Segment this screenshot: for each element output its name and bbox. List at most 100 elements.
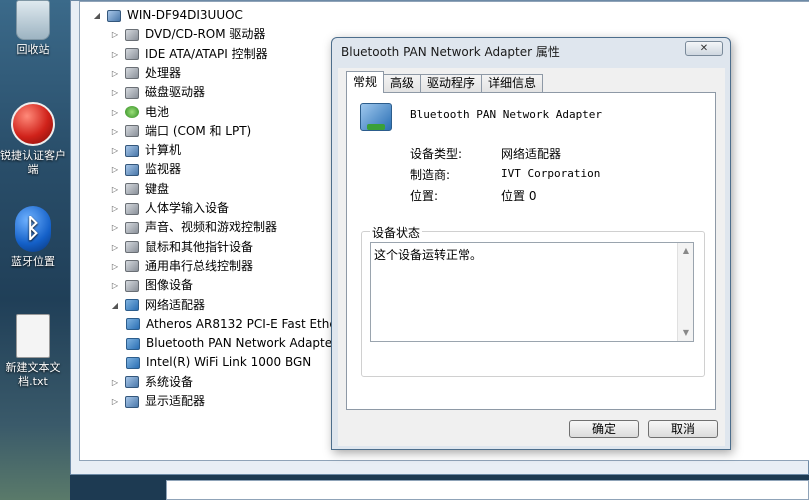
expand-arrow-icon[interactable]: ▷ [110,199,120,218]
tab-details[interactable]: 详细信息 [481,74,544,93]
desktop-icon-label: 新建文本文档.txt [5,361,61,388]
usb-icon [125,260,139,273]
tree-category-item[interactable]: ▷ 人体学输入设备 [110,199,229,218]
expand-arrow-icon[interactable]: ▷ [110,141,120,160]
mouse-icon [125,241,139,254]
tree-device-item[interactable]: Atheros AR8132 PCI-E Fast Ethe [126,315,337,334]
network-adapter-icon [360,103,392,131]
tree-item-label: 声音、视频和游戏控制器 [145,220,278,235]
tree-device-item[interactable]: Bluetooth PAN Network Adapte [126,334,332,353]
ide-controller-icon [125,48,139,61]
expand-arrow-icon[interactable]: ▷ [110,238,120,257]
expand-arrow-icon[interactable]: ▷ [110,257,120,276]
expand-arrow-icon[interactable]: ▷ [110,392,120,411]
tree-category-item[interactable]: ◢ 网络适配器 [110,296,205,315]
processor-icon [125,67,139,80]
scroll-down-icon[interactable]: ▼ [678,325,694,341]
network-adapter-icon [125,299,139,311]
tree-category-item[interactable]: ▷ 鼠标和其他指针设备 [110,238,253,257]
tree-item-label: IDE ATA/ATAPI 控制器 [145,46,268,61]
expand-arrow-icon[interactable]: ▷ [110,218,120,237]
tree-category-item[interactable]: ▷ 计算机 [110,141,181,160]
tree-category-item[interactable]: ▷ IDE ATA/ATAPI 控制器 [110,45,268,64]
expand-arrow-icon[interactable]: ▷ [110,373,120,392]
tree-category-item[interactable]: ▷ 系统设备 [110,373,193,392]
manufacturer-label: 制造商: [410,168,451,182]
ruijie-auth-client-shortcut[interactable]: 锐捷认证客户端 [0,102,66,177]
tree-item-label: 电池 [145,104,170,119]
device-name: Bluetooth PAN Network Adapter [410,108,603,121]
tab-driver[interactable]: 驱动程序 [420,74,483,93]
tree-item-label: Intel(R) WiFi Link 1000 BGN [146,355,312,370]
expand-arrow-icon[interactable]: ▷ [110,45,120,64]
dvd-drive-icon [125,28,139,41]
tree-item-label: Bluetooth PAN Network Adapte [146,336,333,351]
scroll-up-icon[interactable]: ▲ [678,243,694,259]
collapse-arrow-icon[interactable]: ◢ [92,6,102,25]
tab-general[interactable]: 常规 [346,71,385,93]
tree-category-item[interactable]: ▷ 显示适配器 [110,392,205,411]
tree-category-item[interactable]: ▷ 通用串行总线控制器 [110,257,253,276]
tab-advanced[interactable]: 高级 [383,74,422,93]
desktop-icon-label: 锐捷认证客户端 [0,149,66,176]
close-button[interactable]: ✕ [685,41,723,56]
ok-button[interactable]: 确定 [569,420,639,438]
tree-item-label: 端口 (COM 和 LPT) [145,123,252,138]
device-type-label: 设备类型: [410,147,463,161]
tree-item-label: 人体学输入设备 [145,201,230,215]
tree-category-item[interactable]: ▷ DVD/CD-ROM 驱动器 [110,25,266,44]
recycle-bin-shortcut[interactable]: 回收站 [0,0,66,57]
tree-category-item[interactable]: ▷ 端口 (COM 和 LPT) [110,122,251,141]
tree-category-item[interactable]: ▷ 声音、视频和游戏控制器 [110,218,277,237]
device-status-title: 设备状态 [370,224,423,241]
tree-category-item[interactable]: ▷ 电池 [110,103,169,122]
imaging-icon [125,279,139,292]
dialog-title: Bluetooth PAN Network Adapter 属性 [341,45,560,59]
tree-device-item[interactable]: Intel(R) WiFi Link 1000 BGN [126,353,311,372]
tree-item-label: 通用串行总线控制器 [145,258,254,273]
bluetooth-icon: ᛒ [15,206,51,252]
tree-item-label: 系统设备 [145,374,194,389]
tree-category-item[interactable]: ▷ 图像设备 [110,276,193,295]
disk-drive-icon [125,86,139,99]
expand-arrow-icon[interactable]: ▷ [110,122,120,141]
tab-strip: 常规 高级 驱动程序 详细信息 [346,71,544,93]
tree-item-label: 鼠标和其他指针设备 [145,239,254,254]
status-scrollbar[interactable]: ▲ ▼ [677,243,693,341]
network-card-icon [126,318,140,331]
tree-item-label: 处理器 [145,65,182,80]
expand-arrow-icon[interactable]: ▷ [110,103,120,122]
tree-item-label: 图像设备 [145,278,194,293]
tree-item-label: 磁盘驱动器 [145,85,206,100]
new-text-document-shortcut[interactable]: 新建文本文档.txt [0,314,66,389]
expand-arrow-icon[interactable]: ▷ [110,25,120,44]
tree-item-label: DVD/CD-ROM 驱动器 [145,27,266,42]
hid-icon [125,202,139,215]
port-icon [125,125,139,138]
cancel-button[interactable]: 取消 [648,420,718,438]
collapse-arrow-icon[interactable]: ◢ [110,296,120,315]
expand-arrow-icon[interactable]: ▷ [110,83,120,102]
dialog-body: 常规 高级 驱动程序 详细信息 Bluetooth PAN Network Ad… [338,68,725,446]
tree-item-label: 键盘 [145,181,170,196]
tree-category-item[interactable]: ▷ 磁盘驱动器 [110,83,205,102]
expand-arrow-icon[interactable]: ▷ [110,160,120,179]
tree-category-item[interactable]: ▷ 监视器 [110,160,181,179]
desktop: 回收站 锐捷认证客户端 ᛒ 蓝牙位置 新建文本文档.txt [0,0,70,500]
device-status-group: 设备状态 这个设备运转正常。 ▲ ▼ [361,224,705,377]
location-value: 位置 0 [501,189,537,203]
expand-arrow-icon[interactable]: ▷ [110,276,120,295]
tree-root[interactable]: ◢ WIN-DF94DI3UUOC [92,6,243,25]
tree-item-label: 网络适配器 [145,297,206,312]
text-file-icon [16,314,50,358]
tree-item-label: Atheros AR8132 PCI-E Fast Ethe [146,316,337,331]
expand-arrow-icon[interactable]: ▷ [110,64,120,83]
bluetooth-places-shortcut[interactable]: ᛒ 蓝牙位置 [0,206,66,269]
monitor-icon [125,163,139,176]
computer-icon [107,9,121,22]
device-status-textbox[interactable]: 这个设备运转正常。 ▲ ▼ [370,242,694,342]
tree-category-item[interactable]: ▷ 处理器 [110,64,181,83]
device-type-value: 网络适配器 [501,147,562,161]
tree-category-item[interactable]: ▷ 键盘 [110,180,169,199]
expand-arrow-icon[interactable]: ▷ [110,180,120,199]
